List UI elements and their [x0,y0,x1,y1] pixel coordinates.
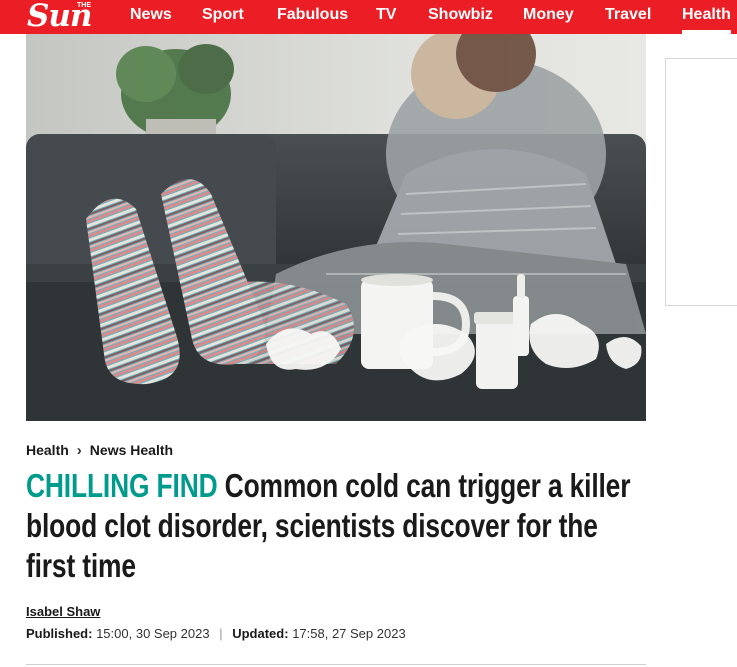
date-separator: | [219,626,223,641]
hero-image [26,34,646,421]
published-value: 15:00, 30 Sep 2023 [96,626,210,641]
logo-small-text: THE [77,2,91,9]
nav-item-money[interactable]: Money [523,0,574,30]
author-link[interactable]: Isabel Shaw [26,604,100,619]
headline-kicker: CHILLING FIND [26,467,225,504]
ad-slot [665,58,737,306]
breadcrumb-section-link[interactable]: Health [26,442,69,458]
updated-label: Updated: [232,626,289,641]
the-sun-logo[interactable]: Sun THE [27,0,92,33]
published-label: Published: [26,626,93,641]
chevron-right-icon: › [76,441,82,459]
nav-item-sport[interactable]: Sport [202,0,244,30]
updated-value: 17:58, 27 Sep 2023 [292,626,406,641]
nav-item-showbiz[interactable]: Showbiz [428,0,493,30]
divider [26,664,646,665]
article-dates: Published: 15:00, 30 Sep 2023 | Updated:… [26,626,406,641]
top-navigation-bar: Sun THE News Sport Fabulous TV Showbiz M… [0,0,737,34]
article-headline: CHILLING FIND Common cold can trigger a … [26,466,646,586]
nav-item-fabulous[interactable]: Fabulous [277,0,348,30]
nav-item-tv[interactable]: TV [376,0,396,30]
nav-item-health[interactable]: Health [682,0,731,34]
nav-item-travel[interactable]: Travel [605,0,651,30]
breadcrumb-subsection-link[interactable]: News Health [90,442,173,458]
nav-item-news[interactable]: News [130,0,172,30]
breadcrumb: Health › News Health [26,440,173,460]
